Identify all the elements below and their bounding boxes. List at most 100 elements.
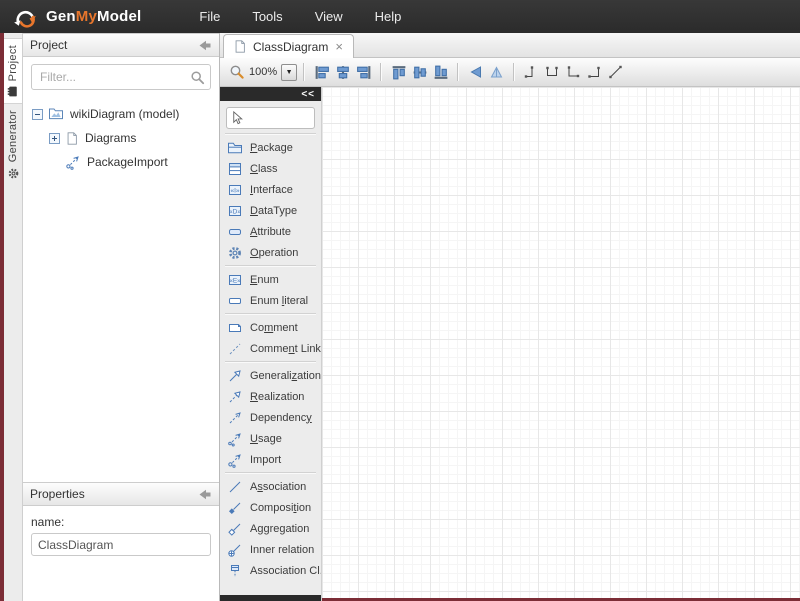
palette-header: << <box>220 87 321 101</box>
palette-item-label: Dependency <box>250 412 312 424</box>
model-icon <box>48 106 64 122</box>
route-straight-button[interactable] <box>605 62 626 83</box>
route-corner-alt-button[interactable] <box>584 62 605 83</box>
tab-classdiagram[interactable]: ClassDiagram × <box>223 34 354 58</box>
expand-toggle-icon[interactable] <box>49 133 60 144</box>
comment-link-icon <box>227 341 243 357</box>
palette-item-package[interactable]: Package <box>220 137 321 158</box>
collapse-panel-arrow-icon[interactable] <box>198 488 212 501</box>
cloud-logo-icon <box>10 5 40 29</box>
align-center-button[interactable] <box>332 62 353 83</box>
palette-item-label: Comment <box>250 322 298 334</box>
toolbar-separator <box>303 63 305 81</box>
tree-item-packageimport[interactable]: PackageImport <box>23 150 219 174</box>
cursor-icon <box>230 110 245 126</box>
tree-item-wikidiagram-model[interactable]: wikiDiagram (model) <box>23 102 219 126</box>
menu-file[interactable]: File <box>187 3 232 30</box>
palette-item-label: Comment Link <box>250 343 321 355</box>
tree-item-label: wikiDiagram (model) <box>70 107 179 121</box>
collapse-toggle-icon[interactable] <box>32 109 43 120</box>
palette-separator <box>225 361 316 363</box>
close-tab-icon[interactable]: × <box>334 40 344 53</box>
palette-item-label: Aggregation <box>250 523 309 535</box>
model-tree: wikiDiagram (model) Diagrams PackageImport <box>23 94 219 482</box>
name-field-input[interactable] <box>31 533 211 556</box>
realization-icon <box>227 389 243 405</box>
palette-item-association-cl[interactable]: Association Cl... <box>220 560 321 581</box>
enum-icon: «E» <box>227 272 243 288</box>
svg-text:«I»: «I» <box>230 187 239 194</box>
palette-item-enum[interactable]: «E» Enum <box>220 269 321 290</box>
inner-relation-icon <box>227 542 243 558</box>
palette-item-comment-link[interactable]: Comment Link <box>220 338 321 359</box>
side-tab-label: Project <box>7 45 19 81</box>
palette-item-realization[interactable]: Realization <box>220 386 321 407</box>
side-tab-generator[interactable]: Generator <box>4 104 22 184</box>
comment-icon <box>227 320 243 336</box>
aggregation-icon <box>227 521 243 537</box>
align-middle-button[interactable] <box>409 62 430 83</box>
menu-view[interactable]: View <box>303 3 355 30</box>
side-tab-project[interactable]: Project <box>4 38 22 104</box>
zoom-dropdown-button[interactable]: ▼ <box>281 64 297 81</box>
palette-item-label: Import <box>250 454 281 466</box>
palette-item-label: Association <box>250 481 306 493</box>
align-bottom-button[interactable] <box>430 62 451 83</box>
palette-item-comment[interactable]: Comment <box>220 317 321 338</box>
palette-item-datatype[interactable]: «D»DataType <box>220 200 321 221</box>
align-right-button[interactable] <box>353 62 374 83</box>
menu-tools[interactable]: Tools <box>240 3 294 30</box>
menu-help[interactable]: Help <box>363 3 414 30</box>
attribute-icon <box>227 224 243 240</box>
palette-item-label: Enum <box>250 274 279 286</box>
palette-item-operation[interactable]: Operation <box>220 242 321 263</box>
side-tab-strip: Project Generator <box>4 33 23 601</box>
route-corner-button[interactable] <box>563 62 584 83</box>
palette-item-dependency[interactable]: Dependency <box>220 407 321 428</box>
palette-item-label: Realization <box>250 391 304 403</box>
selection-tool-button[interactable] <box>226 107 315 129</box>
route-elbow-button[interactable] <box>521 62 542 83</box>
usage-icon <box>227 431 243 447</box>
zoom-magnifier-icon <box>229 64 245 80</box>
align-top-button[interactable] <box>388 62 409 83</box>
editor-tab-strip: ClassDiagram × <box>220 33 800 58</box>
palette-item-class[interactable]: Class <box>220 158 321 179</box>
tree-item-label: Diagrams <box>85 131 136 145</box>
flip-horizontal-icon <box>467 64 484 80</box>
palette-item-interface[interactable]: «I»Interface <box>220 179 321 200</box>
flip-vertical-button[interactable] <box>486 62 507 83</box>
palette-item-usage[interactable]: Usage <box>220 428 321 449</box>
class-icon <box>227 161 243 177</box>
tool-palette: << Package Class«I»Interface«D»DataTypeAt… <box>220 87 322 601</box>
palette-item-generalization[interactable]: Generalization <box>220 365 321 386</box>
properties-form: name: <box>23 506 219 601</box>
palette-collapse-button[interactable]: << <box>301 89 315 100</box>
palette-item-composition[interactable]: Composition <box>220 497 321 518</box>
flip-horizontal-button[interactable] <box>465 62 486 83</box>
palette-item-label: Inner relation <box>250 544 314 556</box>
enum-literal-icon <box>227 293 243 309</box>
diagram-editor: ClassDiagram × 100% ▼ << <box>220 33 800 601</box>
association-icon <box>227 479 243 495</box>
filter-input[interactable] <box>31 64 211 90</box>
palette-item-attribute[interactable]: Attribute <box>220 221 321 242</box>
palette-item-aggregation[interactable]: Aggregation <box>220 518 321 539</box>
palette-item-enum-literal[interactable]: Enum literal <box>220 290 321 311</box>
palette-item-association[interactable]: Association <box>220 476 321 497</box>
route-double-bend-icon <box>544 64 561 80</box>
collapse-panel-arrow-icon[interactable] <box>198 39 212 52</box>
toolbar-separator <box>513 63 515 81</box>
tree-item-diagrams[interactable]: Diagrams <box>23 126 219 150</box>
properties-panel-header: Properties <box>23 482 219 506</box>
palette-item-label: Package <box>250 142 293 154</box>
palette-item-label: DataType <box>250 205 297 217</box>
top-menubar: GenMyModel FileToolsViewHelp <box>0 0 800 33</box>
route-double-bend-button[interactable] <box>542 62 563 83</box>
diagram-canvas[interactable] <box>322 87 800 601</box>
toolbar-icon-groups <box>297 62 626 83</box>
align-left-button[interactable] <box>311 62 332 83</box>
palette-item-import[interactable]: Import <box>220 449 321 470</box>
zoom-level-value: 100% <box>249 66 277 78</box>
palette-item-inner-relation[interactable]: Inner relation <box>220 539 321 560</box>
